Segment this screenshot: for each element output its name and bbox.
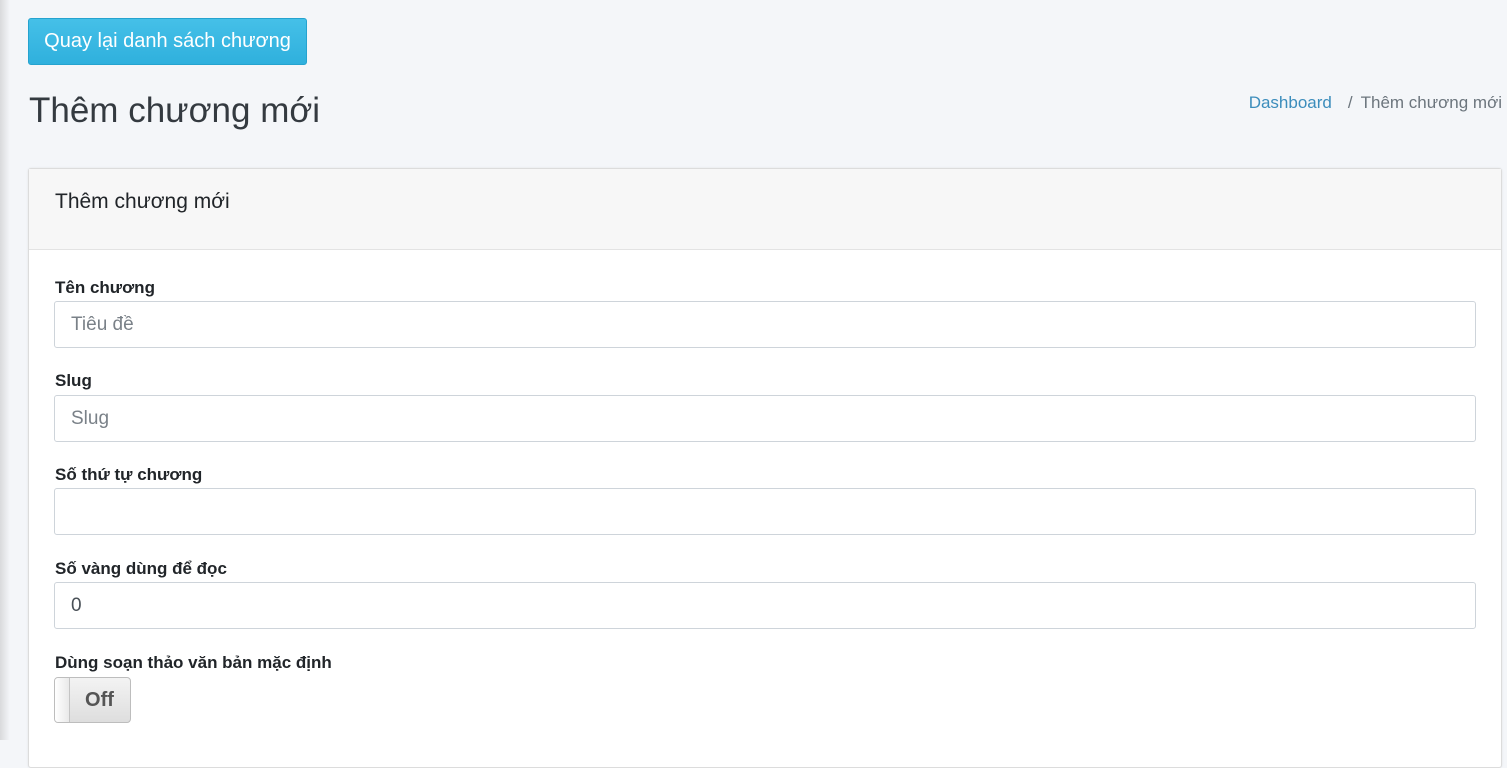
- breadcrumb: Dashboard / Thêm chương mới: [1249, 92, 1502, 114]
- slug-label: Slug: [55, 371, 92, 390]
- breadcrumb-dashboard-link[interactable]: Dashboard: [1249, 93, 1332, 112]
- default-editor-toggle[interactable]: Off: [54, 677, 131, 723]
- breadcrumb-current: Thêm chương mới: [1360, 93, 1502, 112]
- toggle-state-label: Off: [85, 689, 114, 711]
- add-chapter-card: Thêm chương mới Tên chương Slug Số thứ t…: [28, 168, 1502, 768]
- slug-input[interactable]: [54, 395, 1476, 442]
- sidebar-edge-shadow: [0, 0, 10, 740]
- toggle-handle[interactable]: [55, 678, 70, 722]
- card-title: Thêm chương mới: [55, 190, 230, 213]
- chapter-order-input[interactable]: [54, 488, 1476, 535]
- card-header: Thêm chương mới: [29, 169, 1501, 250]
- chapter-order-label: Số thứ tự chương: [55, 465, 203, 484]
- chapter-name-input[interactable]: [54, 301, 1476, 348]
- page-title: Thêm chương mới: [29, 91, 321, 130]
- back-to-chapter-list-button[interactable]: Quay lại danh sách chương: [28, 18, 307, 65]
- gold-to-read-input[interactable]: [54, 582, 1476, 629]
- chapter-name-label: Tên chương: [55, 278, 155, 297]
- gold-to-read-label: Số vàng dùng để đọc: [55, 559, 227, 578]
- default-editor-label: Dùng soạn thảo văn bản mặc định: [55, 653, 332, 672]
- breadcrumb-separator: /: [1347, 93, 1353, 112]
